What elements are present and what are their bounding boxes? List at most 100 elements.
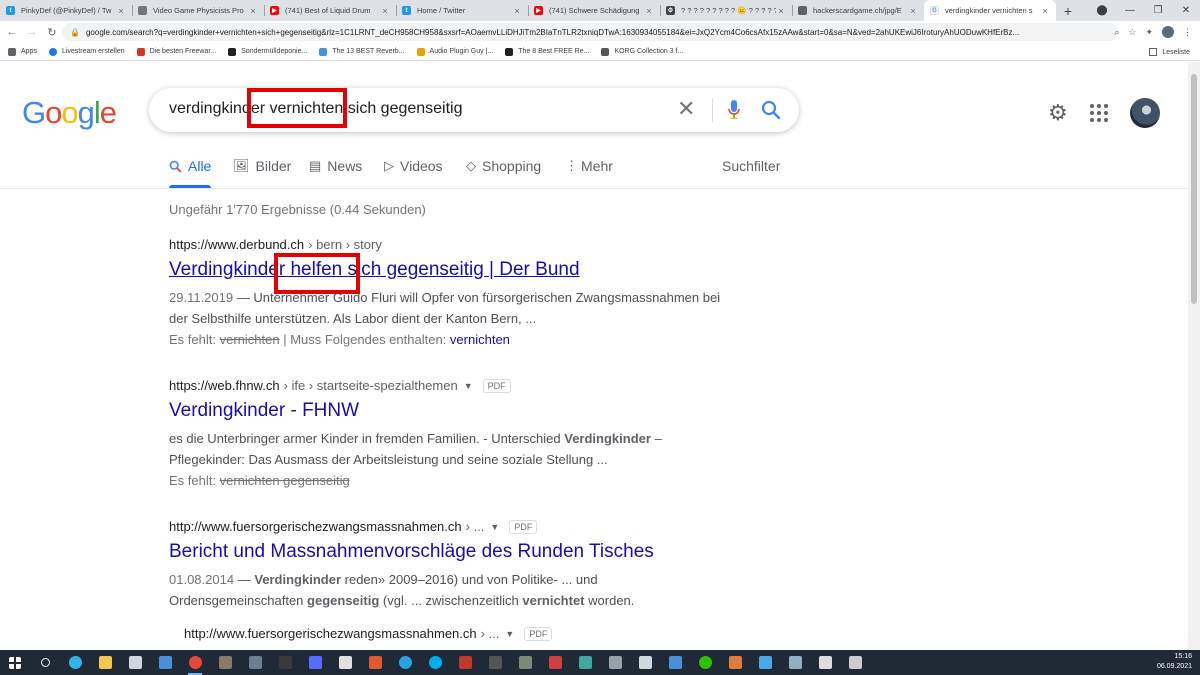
browser-tab[interactable]: t Home / Twitter × [396, 0, 528, 21]
avatar[interactable] [1129, 98, 1160, 128]
taskbar-button[interactable] [420, 650, 450, 675]
browser-tab[interactable]: t PinkyDef (@PinkyDef) / Tw × [0, 0, 132, 21]
tab-mehr[interactable]: ⋮ Mehr [565, 158, 613, 174]
chevron-down-icon[interactable]: ▼ [490, 522, 499, 532]
taskbar-button[interactable] [60, 650, 90, 675]
taskbar-button[interactable] [240, 650, 270, 675]
minimize-icon[interactable]: — [1116, 5, 1144, 16]
page-scrollbar[interactable] [1188, 62, 1200, 650]
browser-tab[interactable]: ▶ (741) Best of Liquid Drum × [264, 0, 396, 21]
taskbar-button[interactable] [720, 650, 750, 675]
close-icon[interactable]: × [644, 6, 654, 16]
forward-icon[interactable]: → [24, 26, 40, 38]
tab-alle[interactable]: Alle [169, 158, 211, 174]
reading-list[interactable]: Leseliste [1149, 43, 1190, 61]
browser-tab[interactable]: Video Game Physicists Pro × [132, 0, 264, 21]
taskbar-button[interactable] [30, 650, 60, 675]
taskbar-button[interactable] [210, 650, 240, 675]
result-title-link[interactable]: Verdingkinder helfen sich gegenseitig | … [169, 257, 749, 283]
taskbar-button[interactable] [480, 650, 510, 675]
taskbar-button[interactable] [300, 650, 330, 675]
close-icon[interactable]: × [248, 6, 258, 16]
extensions-icon[interactable]: ✦ [1145, 27, 1153, 38]
profile-avatar[interactable] [1162, 26, 1174, 38]
close-icon[interactable]: × [908, 6, 918, 16]
bookmark-item[interactable]: Livestream erstellen [48, 47, 125, 56]
taskbar-button[interactable] [750, 650, 780, 675]
taskbar-button[interactable] [690, 650, 720, 675]
browser-tab[interactable]: ▶ (741) Schwere Schädigung × [528, 0, 660, 21]
result-url[interactable]: https://www.derbund.ch › bern › story [169, 237, 749, 252]
taskbar-button[interactable] [660, 650, 690, 675]
result-title-link[interactable]: Verdingkinder - FHNW [169, 398, 749, 424]
browser-tab-active[interactable]: Gverdingkinder vernichten s × [924, 0, 1056, 21]
taskbar-button[interactable] [90, 650, 120, 675]
result-title-link[interactable]: Bericht und Massnahmenvorschläge des Run… [169, 539, 749, 565]
close-icon[interactable]: × [1040, 6, 1050, 16]
tab-videos[interactable]: ▷ Videos [384, 158, 443, 174]
taskbar-button[interactable] [780, 650, 810, 675]
close-icon[interactable]: × [116, 6, 126, 16]
result-path: › ... [480, 626, 500, 641]
result-url[interactable]: https://web.fhnw.ch › ife › startseite-s… [169, 378, 749, 393]
reload-icon[interactable]: ↻ [44, 26, 60, 39]
close-icon[interactable]: × [776, 6, 786, 16]
bookmark-item[interactable]: KORG Collection 3 f... [601, 47, 683, 56]
maximize-icon[interactable]: ❐ [1144, 5, 1172, 16]
bookmark-apps[interactable]: Apps [8, 47, 37, 56]
taskbar-button[interactable] [570, 650, 600, 675]
bookmark-item[interactable]: Die besten Freewar... [136, 47, 216, 56]
address-bar[interactable]: 🔒 google.com/search?q=verdingkinder+vern… [62, 23, 1118, 41]
apps-grid-icon[interactable] [1089, 104, 1108, 122]
taskbar-button[interactable] [120, 650, 150, 675]
taskbar-button[interactable] [270, 650, 300, 675]
lock-icon[interactable]: 🔒 [70, 28, 80, 37]
zoom-icon[interactable]: ⌕ [1114, 27, 1119, 38]
back-icon[interactable]: ← [4, 26, 20, 38]
bookmark-item[interactable]: Audio Plugin Guy |... [416, 47, 493, 56]
bookmark-item[interactable]: The 8 Best FREE Re... [505, 47, 589, 56]
taskbar-button[interactable] [810, 650, 840, 675]
search-icon[interactable] [760, 99, 782, 121]
taskbar-button[interactable] [840, 650, 870, 675]
browser-tab[interactable]: ⚙ ? ? ? ? ? ? ? ? ? 😐 ? ? ? ? ? ? × [660, 0, 792, 21]
new-tab-button[interactable]: + [1056, 0, 1080, 21]
taskbar-button[interactable] [540, 650, 570, 675]
menu-icon[interactable]: ⋮ [1183, 27, 1192, 38]
google-logo[interactable]: Google [22, 95, 117, 131]
taskbar-button[interactable] [0, 650, 30, 675]
result-url[interactable]: http://www.fuersorgerischezwangsmassnahm… [169, 519, 749, 534]
taskbar-button[interactable] [360, 650, 390, 675]
browser-tab[interactable]: hackerscardgame.ch/jpg/E × [792, 0, 924, 21]
tab-search-icon[interactable]: ⬤ [1088, 5, 1116, 16]
mic-icon[interactable] [727, 98, 741, 122]
taskbar-button[interactable] [510, 650, 540, 675]
tab-news[interactable]: ▤ News [309, 158, 362, 174]
chevron-down-icon[interactable]: ▼ [464, 381, 473, 391]
result-url[interactable]: http://www.fuersorgerischezwangsmassnahm… [184, 626, 764, 641]
close-icon[interactable]: × [380, 6, 390, 16]
clear-icon[interactable]: ✕ [677, 96, 695, 122]
taskbar-button[interactable] [330, 650, 360, 675]
search-result-sublink: http://www.fuersorgerischezwangsmassnahm… [184, 626, 764, 641]
scrollbar-thumb[interactable] [1191, 74, 1197, 304]
close-icon[interactable]: × [512, 6, 522, 16]
bookmark-item[interactable]: Sondermülldeponie... [228, 47, 307, 56]
chevron-down-icon[interactable]: ▼ [505, 629, 514, 639]
star-icon[interactable]: ☆ [1128, 27, 1136, 38]
taskbar-button[interactable] [450, 650, 480, 675]
must-include-link[interactable]: vernichten [450, 332, 510, 347]
taskbar-button[interactable] [600, 650, 630, 675]
tab-bilder[interactable]: 🖼 Bilder [233, 158, 291, 174]
bookmark-item[interactable]: The 13 BEST Reverb... [319, 47, 405, 56]
taskbar-button[interactable] [390, 650, 420, 675]
search-tools-button[interactable]: Suchfilter [722, 158, 780, 174]
window-close-icon[interactable]: ✕ [1172, 5, 1200, 16]
taskbar-button[interactable] [150, 650, 180, 675]
taskbar-button[interactable] [630, 650, 660, 675]
tab-shopping[interactable]: ◇ Shopping [466, 158, 541, 174]
twitter-icon: t [6, 6, 15, 15]
taskbar-button[interactable] [180, 650, 210, 675]
system-clock[interactable]: 15:16 06.09.2021 [1132, 652, 1192, 672]
gear-icon[interactable]: ⚙ [1048, 100, 1068, 126]
